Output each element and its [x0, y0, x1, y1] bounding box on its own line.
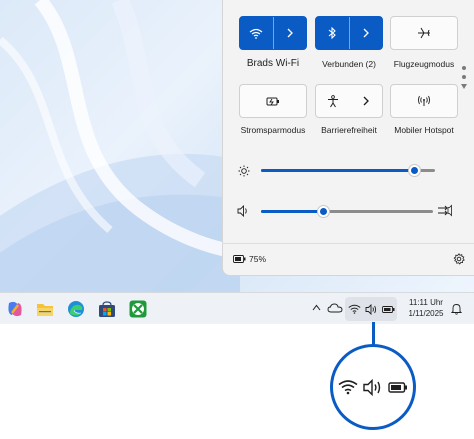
- page-dot: [462, 66, 466, 70]
- page-indicator[interactable]: [461, 66, 467, 89]
- panel-footer-divider: [222, 243, 474, 244]
- hotspot-icon: [418, 95, 430, 106]
- chevron-down-icon: [461, 84, 467, 89]
- bluetooth-toggle[interactable]: [316, 17, 349, 49]
- quick-settings-panel: Brads Wi-Fi Verbunden (2) Flugzeugmodus: [222, 0, 474, 276]
- taskbar-clock[interactable]: 11:11 Uhr: [402, 298, 450, 307]
- taskbar-xbox[interactable]: [127, 298, 149, 320]
- volume-icon: [363, 378, 381, 396]
- battery-saver-icon: [266, 97, 279, 105]
- bluetooth-tile[interactable]: [315, 16, 383, 50]
- onedrive-cloud-icon[interactable]: [327, 302, 343, 313]
- callout-connector: [372, 322, 375, 346]
- settings-gear-icon[interactable]: [453, 253, 465, 265]
- store-icon: [99, 300, 115, 317]
- battery-icon: [233, 255, 246, 263]
- bluetooth-expand-button[interactable]: [348, 17, 383, 49]
- edge-icon: [68, 301, 84, 317]
- brightness-slider-fill: [261, 169, 414, 172]
- wifi-tile[interactable]: [239, 16, 307, 50]
- wifi-icon: [338, 380, 358, 395]
- chevron-up-icon[interactable]: [312, 304, 321, 311]
- airplane-tile-label: Flugzeugmodus: [393, 59, 455, 69]
- wifi-icon: [348, 304, 361, 314]
- airplane-icon: [418, 27, 430, 39]
- chevron-right-icon: [287, 28, 293, 38]
- wifi-toggle[interactable]: [240, 17, 273, 49]
- tray-status-group[interactable]: [345, 297, 397, 321]
- volume-slider-fill: [261, 210, 323, 213]
- page-dot: [462, 75, 466, 79]
- battery-icon: [382, 306, 395, 313]
- wifi-icon: [249, 28, 263, 39]
- battery-saver-tile[interactable]: [239, 84, 307, 118]
- audio-output-icon[interactable]: [437, 204, 453, 217]
- notification-bell-icon[interactable]: [451, 303, 462, 315]
- chevron-right-icon: [363, 96, 369, 106]
- brightness-slider[interactable]: [261, 165, 435, 176]
- taskbar-copilot[interactable]: [4, 298, 26, 320]
- bluetooth-icon: [328, 27, 337, 39]
- taskbar-edge[interactable]: [65, 298, 87, 320]
- copilot-icon: [8, 301, 22, 317]
- battery-percentage[interactable]: 75%: [249, 254, 266, 264]
- wifi-expand-button[interactable]: [272, 17, 307, 49]
- taskbar-date[interactable]: 1/11/2025: [402, 309, 450, 318]
- screenshot-root: Brads Wi-Fi Verbunden (2) Flugzeugmodus: [0, 0, 474, 439]
- tray-icons-callout: [330, 344, 416, 430]
- accessibility-toggle[interactable]: [316, 85, 349, 117]
- file-explorer-icon: [37, 303, 53, 316]
- chevron-right-icon: [363, 28, 369, 38]
- accessibility-tile[interactable]: [315, 84, 383, 118]
- airplane-tile[interactable]: [390, 16, 458, 50]
- volume-slider[interactable]: [261, 206, 433, 217]
- volume-slider-thumb[interactable]: [318, 206, 329, 217]
- battery-icon: [388, 381, 407, 393]
- volume-icon: [237, 205, 247, 217]
- brightness-icon: [238, 165, 250, 177]
- accessibility-expand-button[interactable]: [349, 85, 382, 117]
- taskbar-file-explorer[interactable]: [34, 298, 56, 320]
- hotspot-tile-label: Mobiler Hotspot: [394, 125, 454, 135]
- xbox-icon: [129, 300, 147, 318]
- taskbar: 11:11 Uhr 1/11/2025: [0, 292, 474, 324]
- taskbar-store[interactable]: [96, 298, 118, 320]
- volume-icon: [365, 304, 377, 315]
- hotspot-tile[interactable]: [390, 84, 458, 118]
- accessibility-icon: [327, 94, 338, 107]
- brightness-slider-thumb[interactable]: [409, 165, 420, 176]
